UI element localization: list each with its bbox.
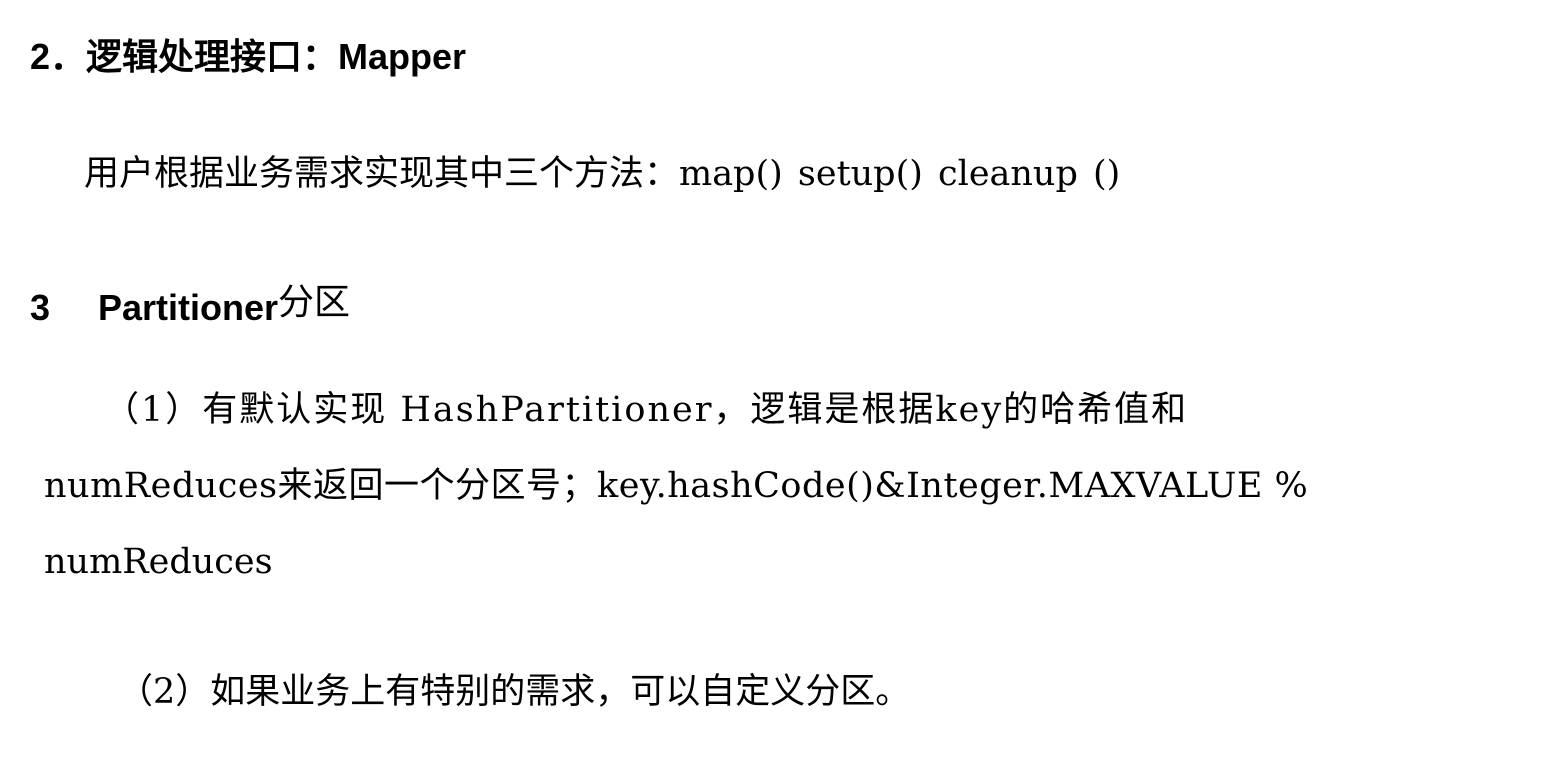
section-title-suffix: 分区	[278, 281, 351, 322]
section-number: 3	[30, 287, 51, 328]
section-heading-partitioner: 3 Partitioner分区	[30, 281, 350, 330]
default-partitioner-text-line-1: （1）有默认实现 HashPartitioner，逻辑是根据key的哈希值和	[104, 390, 1189, 430]
mapper-methods-text: 用户根据业务需求实现其中三个方法：map() setup() cleanup (…	[84, 154, 1121, 194]
default-partitioner-text-line-3: numReduces	[44, 542, 273, 582]
section-title: Partitioner	[98, 287, 279, 328]
section-heading-mapper: 2．逻辑处理接口：Mapper	[30, 36, 467, 77]
default-partitioner-text-line-2: numReduces来返回一个分区号；key.hashCode()&Intege…	[44, 466, 1309, 506]
custom-partitioner-text: （2）如果业务上有特别的需求，可以自定义分区。	[118, 672, 911, 712]
document-page: 2．逻辑处理接口：Mapper 用户根据业务需求实现其中三个方法：map() s…	[0, 0, 1542, 768]
